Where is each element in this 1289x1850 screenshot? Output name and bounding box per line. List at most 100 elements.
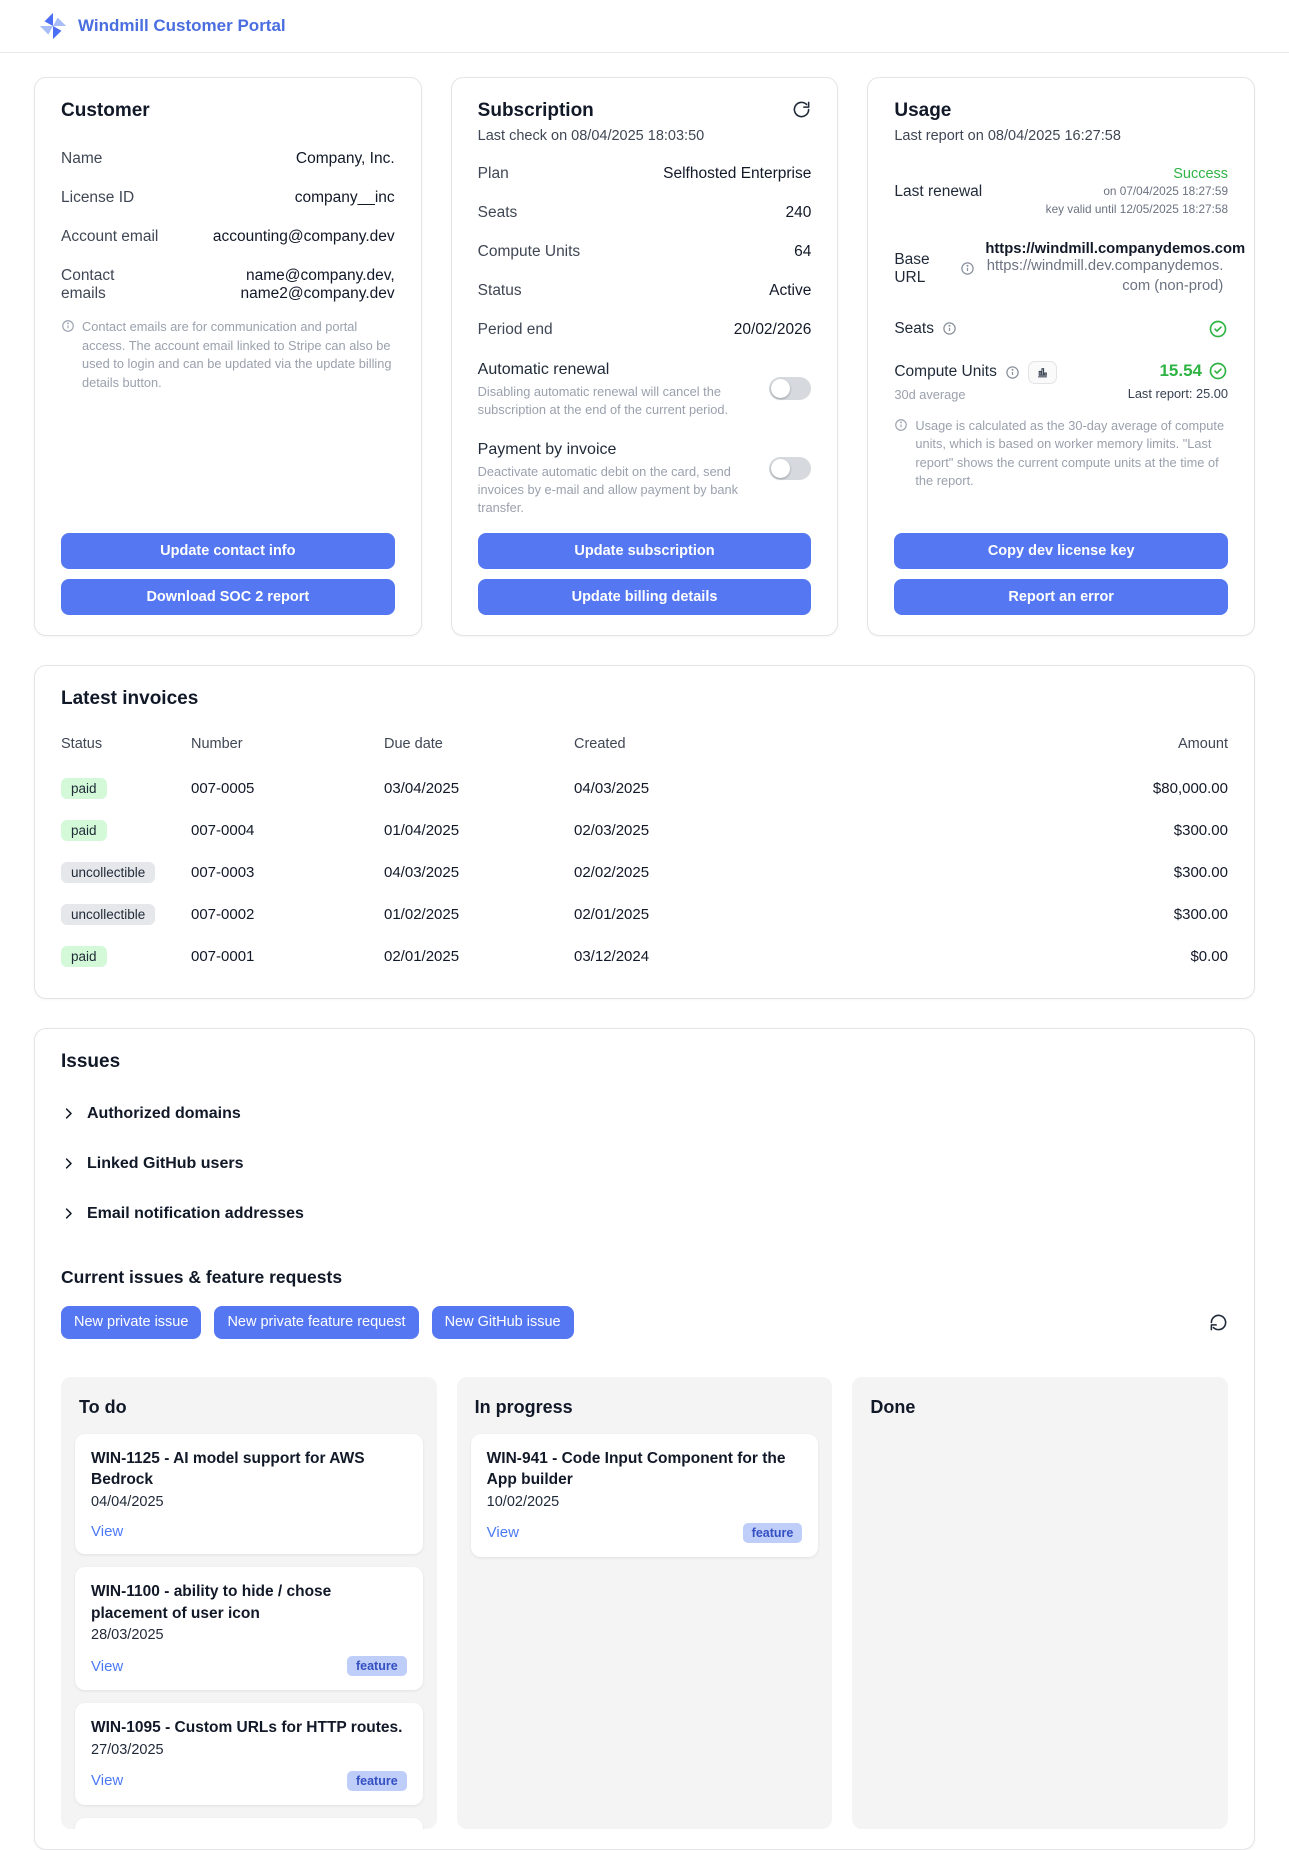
base-url-nonprod: https://windmill.dev.companydemos.com (n… [985, 257, 1223, 297]
latest-invoices-card: Latest invoices Status Number Due date C… [34, 665, 1255, 999]
current-issues-heading: Current issues & feature requests [61, 1267, 1228, 1288]
payment-by-invoice-toggle[interactable] [769, 457, 811, 480]
invoice-created: 02/02/2025 [574, 854, 1153, 892]
column-title: Done [870, 1397, 1214, 1418]
new-private-issue-button[interactable]: New private issue [61, 1306, 201, 1339]
invoice-due: 04/03/2025 [384, 854, 574, 892]
collapsible-email-notification-addresses[interactable]: Email notification addresses [61, 1205, 1228, 1223]
customer-row-name: Name Company, Inc. [61, 150, 395, 168]
invoice-amount: $300.00 [1153, 896, 1228, 934]
refresh-subscription-icon[interactable] [792, 100, 811, 119]
customer-row-license: License ID company__inc [61, 189, 395, 207]
compute-units-sublabel: 30d average [894, 387, 1057, 402]
view-link[interactable]: View [487, 1524, 519, 1541]
issues-card: Issues Authorized domains Linked GitHub … [34, 1028, 1255, 1850]
usage-note: Usage is calculated as the 30-day averag… [894, 417, 1228, 491]
renewal-status: Success [1046, 166, 1228, 182]
invoice-number: 007-0005 [191, 770, 384, 808]
subscription-card: Subscription Last check on 08/04/2025 18… [451, 77, 839, 636]
compute-units-chart-button[interactable] [1028, 361, 1057, 384]
customer-row-account-email: Account email accounting@company.dev [61, 228, 395, 246]
issues-title: Issues [61, 1051, 1228, 1073]
usage-last-report: Last report on 08/04/2025 16:27:58 [894, 128, 1228, 144]
customer-card-title: Customer [61, 100, 395, 122]
download-soc2-button[interactable]: Download SOC 2 report [61, 579, 395, 615]
customer-note: Contact emails are for communication and… [61, 318, 395, 392]
compute-units-usage-row: Compute Units 30d average 15.54 [894, 361, 1228, 402]
info-icon [61, 319, 75, 333]
subscription-row-status: Status Active [478, 282, 812, 300]
refresh-issues-icon[interactable] [1209, 1313, 1228, 1332]
view-link[interactable]: View [91, 1772, 123, 1789]
chevron-right-icon [61, 1206, 76, 1221]
update-billing-details-button[interactable]: Update billing details [478, 579, 812, 615]
feature-tag: feature [347, 1771, 407, 1791]
issue-card: WIN-1095 - Custom URLs for HTTP routes. … [75, 1703, 423, 1805]
invoice-number: 007-0004 [191, 812, 384, 850]
new-private-feature-request-button[interactable]: New private feature request [214, 1306, 418, 1339]
subscription-buttons: Update subscription Update billing detai… [478, 517, 812, 615]
table-row: paid [61, 768, 191, 810]
feature-tag: feature [743, 1523, 803, 1543]
table-row: paid [61, 810, 191, 852]
issue-card: WIN-1125 - AI model support for AWS Bedr… [75, 1434, 423, 1554]
invoices-title: Latest invoices [61, 688, 1228, 710]
summary-cards-row: Customer Name Company, Inc. License ID c… [34, 77, 1255, 636]
copy-dev-license-key-button[interactable]: Copy dev license key [894, 533, 1228, 569]
subscription-row-period-end: Period end 20/02/2026 [478, 321, 812, 339]
usage-card-title: Usage [894, 100, 1228, 122]
compute-units-info-icon[interactable] [1005, 365, 1020, 380]
base-url-row: Base URL https://windmill.companydemos.c… [894, 241, 1228, 297]
update-contact-info-button[interactable]: Update contact info [61, 533, 395, 569]
invoice-number: 007-0001 [191, 938, 384, 976]
chevron-right-icon [61, 1106, 76, 1121]
board-column-in-progress: In progress WIN-941 - Code Input Compone… [457, 1377, 833, 1829]
invoice-status-badge: uncollectible [61, 862, 155, 883]
subscription-row-seats: Seats 240 [478, 204, 812, 222]
customer-buttons: Update contact info Download SOC 2 repor… [61, 517, 395, 615]
col-due-date: Due date [384, 736, 574, 768]
report-an-error-button[interactable]: Report an error [894, 579, 1228, 615]
new-github-issue-button[interactable]: New GitHub issue [432, 1306, 574, 1339]
subscription-last-check: Last check on 08/04/2025 18:03:50 [478, 128, 812, 144]
board-column-done: Done [852, 1377, 1228, 1829]
chevron-right-icon [61, 1156, 76, 1171]
col-status: Status [61, 736, 191, 768]
invoice-created: 02/03/2025 [574, 812, 1153, 850]
view-link[interactable]: View [91, 1658, 123, 1675]
issue-card: WIN-1100 - ability to hide / chose place… [75, 1567, 423, 1690]
base-url-info-icon[interactable] [960, 261, 975, 276]
view-link[interactable]: View [91, 1523, 123, 1540]
issue-card-partial [75, 1818, 423, 1829]
collapsible-authorized-domains[interactable]: Authorized domains [61, 1105, 1228, 1123]
invoice-status-badge: uncollectible [61, 904, 155, 925]
invoice-status-badge: paid [61, 946, 107, 967]
subscription-card-title: Subscription [478, 100, 594, 122]
last-renewal-row: Last renewal Success on 07/04/2025 18:27… [894, 166, 1228, 219]
invoice-created: 03/12/2024 [574, 938, 1153, 976]
usage-card: Usage Last report on 08/04/2025 16:27:58… [867, 77, 1255, 636]
invoice-due: 01/02/2025 [384, 896, 574, 934]
main-content: Customer Name Company, Inc. License ID c… [0, 53, 1289, 1850]
page-title: Windmill Customer Portal [78, 16, 286, 36]
automatic-renewal-toggle[interactable] [769, 377, 811, 400]
collapsible-linked-github-users[interactable]: Linked GitHub users [61, 1155, 1228, 1173]
table-row: uncollectible [61, 852, 191, 894]
invoice-due: 02/01/2025 [384, 938, 574, 976]
invoice-number: 007-0002 [191, 896, 384, 934]
compute-units-ok-icon [1208, 361, 1228, 381]
invoice-number: 007-0003 [191, 854, 384, 892]
update-subscription-button[interactable]: Update subscription [478, 533, 812, 569]
compute-units-last-report: Last report: 25.00 [1128, 386, 1228, 401]
seats-info-icon[interactable] [942, 321, 957, 336]
invoice-amount: $0.00 [1153, 938, 1228, 976]
invoice-created: 02/01/2025 [574, 896, 1153, 934]
windmill-logo-icon [38, 11, 68, 41]
issues-board: To do WIN-1125 - AI model support for AW… [61, 1377, 1228, 1829]
customer-row-contact-emails: Contact emails name@company.dev, name2@c… [61, 267, 395, 303]
payment-by-invoice-setting: Payment by invoice Deactivate automatic … [478, 441, 812, 517]
usage-buttons: Copy dev license key Report an error [894, 517, 1228, 615]
invoice-status-badge: paid [61, 778, 107, 799]
invoice-amount: $300.00 [1153, 812, 1228, 850]
feature-tag: feature [347, 1656, 407, 1676]
